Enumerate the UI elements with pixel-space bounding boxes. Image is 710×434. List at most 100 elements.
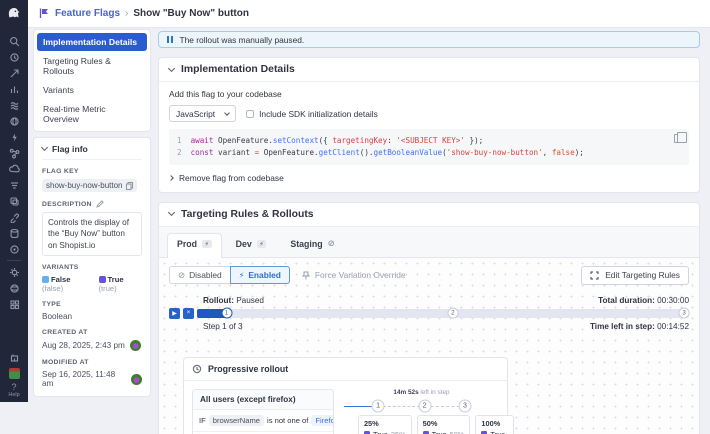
stepper-circle-1: 1 <box>372 399 385 412</box>
monitors-icon[interactable] <box>0 241 28 257</box>
edit-pencil-icon[interactable] <box>96 200 104 208</box>
breadcrumb-section-link[interactable]: Feature Flags <box>55 8 120 19</box>
apm-icon[interactable] <box>0 97 28 113</box>
ci-cd-icon[interactable] <box>0 161 28 177</box>
copy-icon[interactable] <box>126 182 133 190</box>
variant-true-swatch <box>99 276 106 283</box>
chevron-right-icon <box>168 175 174 181</box>
enabled-toggle-button[interactable]: ⚡ Enabled <box>230 266 290 284</box>
apps-icon[interactable] <box>0 296 28 312</box>
flag-info-card: Flag info FLAG KEY show-buy-now-button D… <box>33 137 151 397</box>
search-icon[interactable] <box>0 33 28 49</box>
language-select[interactable]: JavaScript <box>169 105 236 122</box>
paused-banner: The rollout was manually paused. <box>158 31 700 48</box>
flag-info-title: Flag info <box>52 144 88 154</box>
rollout-time-left: Time left in step: 00:14:52 <box>590 322 689 331</box>
actions-icon[interactable] <box>0 129 28 145</box>
created-at-value: Aug 28, 2025, 2:43 pm <box>42 341 125 350</box>
nav-item-metric-overview[interactable]: Real-time Metric Overview <box>37 100 147 128</box>
implementation-details-header[interactable]: Implementation Details <box>159 58 699 82</box>
flag-info-header[interactable]: Flag info <box>42 144 142 160</box>
stop-rollout-button[interactable]: × <box>183 308 194 319</box>
rollout-progress-bar[interactable]: 1 2 3 <box>197 309 689 318</box>
tab-staging-label: Staging <box>290 239 322 249</box>
infrastructure-icon[interactable] <box>0 113 28 129</box>
step-card-2: 50% True50% <box>417 415 471 434</box>
force-variation-override[interactable]: Force Variation Override <box>302 270 406 280</box>
rule-operator: is not one of <box>267 416 308 425</box>
tab-prod-label: Prod <box>177 239 197 249</box>
nav-item-targeting-rules[interactable]: Targeting Rules & Rollouts <box>37 52 147 80</box>
copy-code-icon[interactable] <box>674 134 682 143</box>
logs-icon[interactable] <box>0 177 28 193</box>
app-rail: ? Help <box>0 0 28 402</box>
nav-item-implementation-details[interactable]: Implementation Details <box>37 33 147 51</box>
dashboards-icon[interactable] <box>0 81 28 97</box>
modified-at-label: MODIFIED AT <box>42 359 142 366</box>
pause-icon <box>167 36 173 43</box>
stepper-time-left: 14m 52s left in step <box>360 389 484 396</box>
datadog-logo[interactable] <box>6 5 22 23</box>
tab-prod[interactable]: Prod ⚡ <box>167 233 222 258</box>
tab-dev[interactable]: Dev ⚡ <box>226 233 277 257</box>
code-block-lines: 1await OpenFeature.setContext({ targetin… <box>177 135 681 159</box>
paused-banner-text: The rollout was manually paused. <box>180 35 305 45</box>
rum-icon[interactable] <box>0 193 28 209</box>
enabled-bolt-icon: ⚡ <box>202 240 212 248</box>
remove-flag-link[interactable]: Remove flag from codebase <box>169 173 689 183</box>
sdk-checkbox[interactable] <box>246 110 254 118</box>
created-at-label: CREATED AT <box>42 329 142 336</box>
resume-rollout-button[interactable]: ▶ <box>169 308 180 319</box>
variant-false: False (false) <box>42 275 92 293</box>
rollout-step-text: Step 1 of 3 <box>203 322 243 331</box>
targeting-panel: ⊘ Disabled ⚡ Enabled Force Variation Ove… <box>159 258 699 434</box>
enabled-bolt-icon: ⚡ <box>257 240 267 248</box>
bits-ai-icon[interactable] <box>9 368 20 379</box>
feature-flags-icon <box>38 7 50 21</box>
nav-item-variants[interactable]: Variants <box>37 81 147 99</box>
remove-flag-label: Remove flag from codebase <box>179 173 284 183</box>
progressive-rollout-header: Progressive rollout <box>184 358 507 381</box>
language-select-value: JavaScript <box>176 109 215 119</box>
edit-targeting-rules-button[interactable]: Edit Targeting Rules <box>581 266 689 285</box>
rollout-marker-1: 1 <box>221 308 232 319</box>
rollout-marker-2: 2 <box>447 308 458 319</box>
metrics-rule-row: [buy now demo] Cart value [bu… +1 <box>193 432 333 434</box>
history-icon[interactable] <box>0 49 28 65</box>
modified-at-row: Sep 16, 2025, 11:48 am <box>42 370 142 388</box>
flag-key-chip[interactable]: show-buy-now-button <box>42 179 137 192</box>
left-panel: Implementation Details Targeting Rules &… <box>33 29 151 397</box>
disabled-label: Disabled <box>189 270 222 280</box>
stepper-circle-3: 3 <box>458 399 471 412</box>
stepper-circle-2: 2 <box>418 399 431 412</box>
expand-icon <box>590 271 599 280</box>
network-icon[interactable] <box>0 145 28 161</box>
pin-icon <box>302 271 310 280</box>
chevron-down-icon <box>168 64 175 71</box>
targeting-rules-card: Targeting Rules & Rollouts Prod ⚡ Dev ⚡ … <box>158 202 700 434</box>
send-icon[interactable] <box>0 65 28 81</box>
synthetics-icon[interactable] <box>0 280 28 296</box>
description-label: DESCRIPTION <box>42 200 142 208</box>
sdk-checkbox-row[interactable]: Include SDK initialization details <box>246 109 378 119</box>
disabled-slash-icon: ⊘ <box>178 271 185 280</box>
variant-false-swatch <box>42 276 49 283</box>
database-icon[interactable] <box>0 225 28 241</box>
code-block: 1await OpenFeature.setContext({ targetin… <box>169 129 689 165</box>
flag-key-label: FLAG KEY <box>42 168 142 175</box>
help-button[interactable]: ? Help <box>8 382 19 398</box>
targeting-rules-header[interactable]: Targeting Rules & Rollouts <box>159 203 699 227</box>
tab-staging[interactable]: Staging ⊘ <box>280 233 344 257</box>
modifier-avatar[interactable] <box>131 374 142 385</box>
help-label: Help <box>8 392 19 398</box>
creator-avatar[interactable] <box>130 340 141 351</box>
tab-dev-label: Dev <box>236 239 252 249</box>
enabled-bolt-icon: ⚡ <box>239 271 245 280</box>
security-icon[interactable] <box>0 264 28 280</box>
integrations-icon[interactable] <box>0 209 28 225</box>
variant-true: True (true) <box>99 275 142 293</box>
environment-tabs: Prod ⚡ Dev ⚡ Staging ⊘ <box>159 227 699 258</box>
rollout-section: Rollout: Paused Total duration: 00:30:00… <box>169 296 689 331</box>
disabled-toggle-button[interactable]: ⊘ Disabled <box>169 266 231 284</box>
organization-icon[interactable] <box>0 349 28 365</box>
